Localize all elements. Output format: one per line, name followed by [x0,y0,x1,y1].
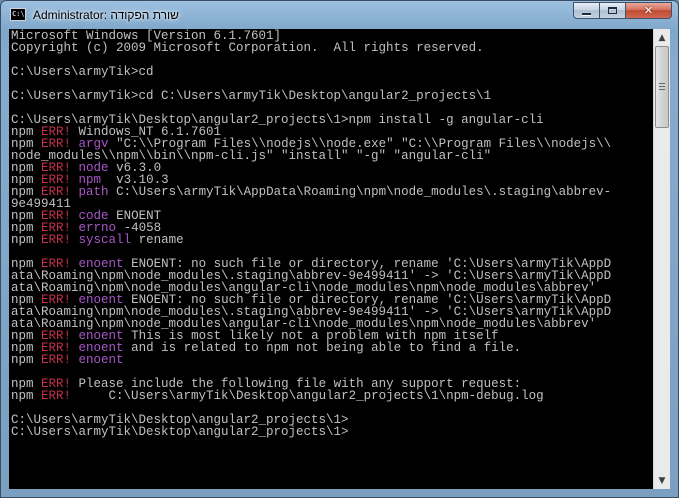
console-text: npm [11,233,42,247]
console-line: npm ERR! syscall rename [11,233,611,247]
minimize-button[interactable] [573,2,600,19]
window-title: Administrator: שורת הפקודה [33,8,179,22]
console-text: and is related to npm not being able to … [123,341,522,355]
title-bar[interactable]: C:\ Administrator: שורת הפקודה ✕ [1,1,678,29]
scroll-up-arrow-icon: ▲ [658,32,666,43]
console-window: C:\ Administrator: שורת הפקודה ✕ Microso… [0,0,679,498]
console-line: C:\Users\armyTik\Desktop\angular2_projec… [11,425,611,439]
console-line: npm ERR! C:\Users\armyTik\Desktop\angula… [11,389,611,403]
vertical-scrollbar[interactable]: ▲ ▼ [653,29,670,489]
npm-err-tag: ERR! [41,389,72,403]
scrollbar-thumb[interactable] [655,46,669,128]
npm-err-tag: ERR! [41,353,72,367]
console-text: C:\Users\armyTik\Desktop\angular2_projec… [11,425,349,439]
npm-err-key: path [78,185,109,199]
console-text: rename [131,233,184,247]
scroll-down-arrow-icon: ▼ [658,475,666,486]
console-line: npm ERR! enoent [11,353,611,367]
console-text: Copyright (c) 2009 Microsoft Corporation… [11,41,484,55]
window-controls: ✕ [573,2,672,20]
npm-err-key: enoent [78,353,124,367]
console-line: C:\Users\armyTik>cd [11,65,611,79]
console-line: Copyright (c) 2009 Microsoft Corporation… [11,41,611,55]
console-text: npm [11,389,42,403]
maximize-button[interactable] [600,2,626,19]
console-output[interactable]: Microsoft Windows [Version 6.1.7601] Copy… [9,29,653,489]
maximize-icon [608,7,617,14]
console-text: npm [11,353,42,367]
thumb-grip-line [659,89,665,90]
scroll-down-button[interactable]: ▼ [654,472,670,489]
minimize-icon [582,13,591,15]
console-line: C:\Users\armyTik>cd C:\Users\armyTik\Des… [11,89,611,103]
close-icon: ✕ [643,4,654,17]
cmd-icon[interactable]: C:\ [10,8,26,21]
console-lines: Microsoft Windows [Version 6.1.7601] Copy… [11,30,612,439]
npm-err-tag: ERR! [41,233,72,247]
console-text: C:\Users\armyTik\Desktop\angular2_projec… [71,389,544,403]
npm-err-key: syscall [78,233,132,247]
console-text: C:\Users\armyTik>cd [11,65,154,79]
console-text: C:\Users\armyTik>cd C:\Users\armyTik\Des… [11,89,492,103]
console-line: npm ERR! path C:\Users\armyTik\AppData\R… [11,185,612,199]
thumb-grip-line [659,83,665,84]
scroll-up-button[interactable]: ▲ [654,29,670,46]
thumb-grip-line [659,86,665,87]
close-button[interactable]: ✕ [626,2,672,19]
console-text: C:\Users\armyTik\AppData\Roaming\npm\nod… [108,185,612,199]
